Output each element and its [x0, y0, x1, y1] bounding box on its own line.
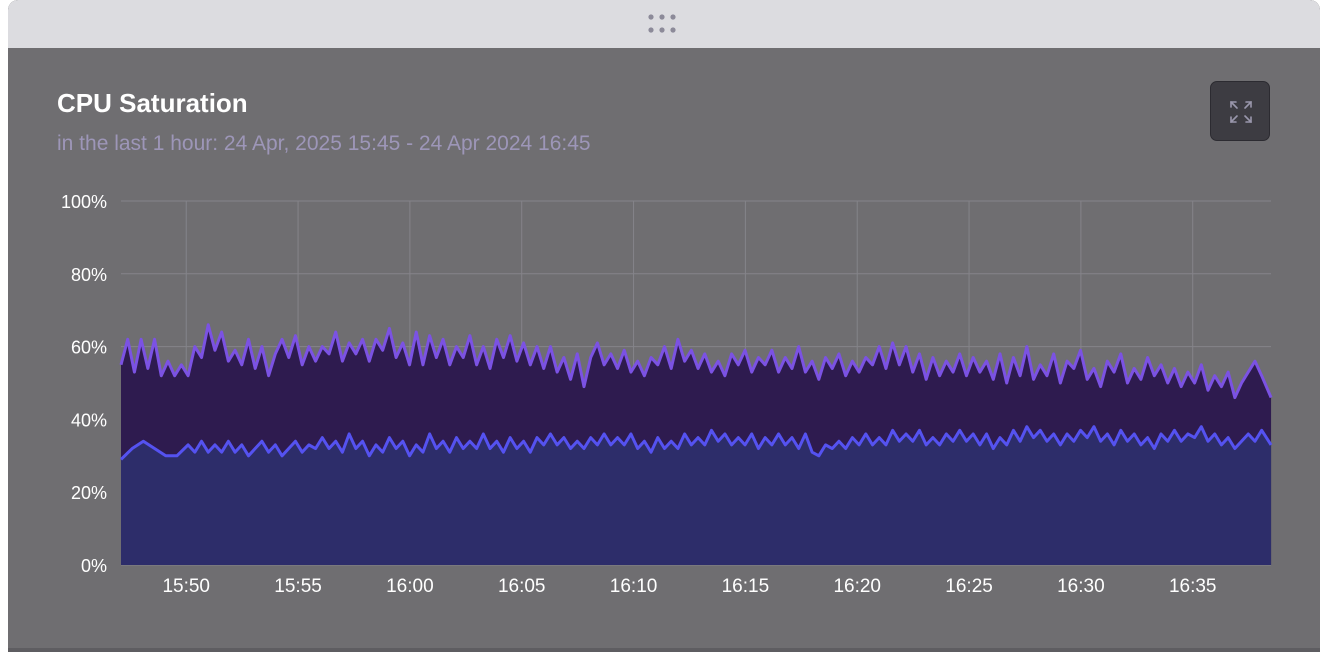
- y-tick-label: 80%: [71, 265, 107, 285]
- y-tick-label: 20%: [71, 483, 107, 503]
- x-tick-label: 16:15: [722, 576, 770, 597]
- x-tick-label: 15:50: [162, 576, 210, 597]
- cpu-saturation-chart: 0% 20% 40% 60% 80% 100% 15:50 15:55 16:00 16:05 16…: [61, 192, 1273, 597]
- series-lower-area: [121, 426, 1272, 565]
- y-tick-label: 100%: [61, 192, 107, 212]
- cpu-saturation-panel: CPU Saturation in the last 1 hour: 24 Ap…: [8, 0, 1320, 652]
- y-tick-label: 0%: [81, 556, 107, 576]
- x-tick-label: 16:35: [1169, 576, 1217, 597]
- x-tick-label: 16:20: [833, 576, 881, 597]
- x-tick-label: 16:10: [610, 576, 658, 597]
- panel-bottom-border: [8, 648, 1320, 652]
- y-tick-label: 60%: [71, 338, 107, 358]
- x-tick-label: 16:05: [498, 576, 546, 597]
- y-tick-label: 40%: [71, 410, 107, 430]
- x-tick-label: 15:55: [274, 576, 322, 597]
- x-tick-label: 16:00: [386, 576, 434, 597]
- x-tick-label: 16:30: [1057, 576, 1105, 597]
- x-tick-label: 16:25: [945, 576, 993, 597]
